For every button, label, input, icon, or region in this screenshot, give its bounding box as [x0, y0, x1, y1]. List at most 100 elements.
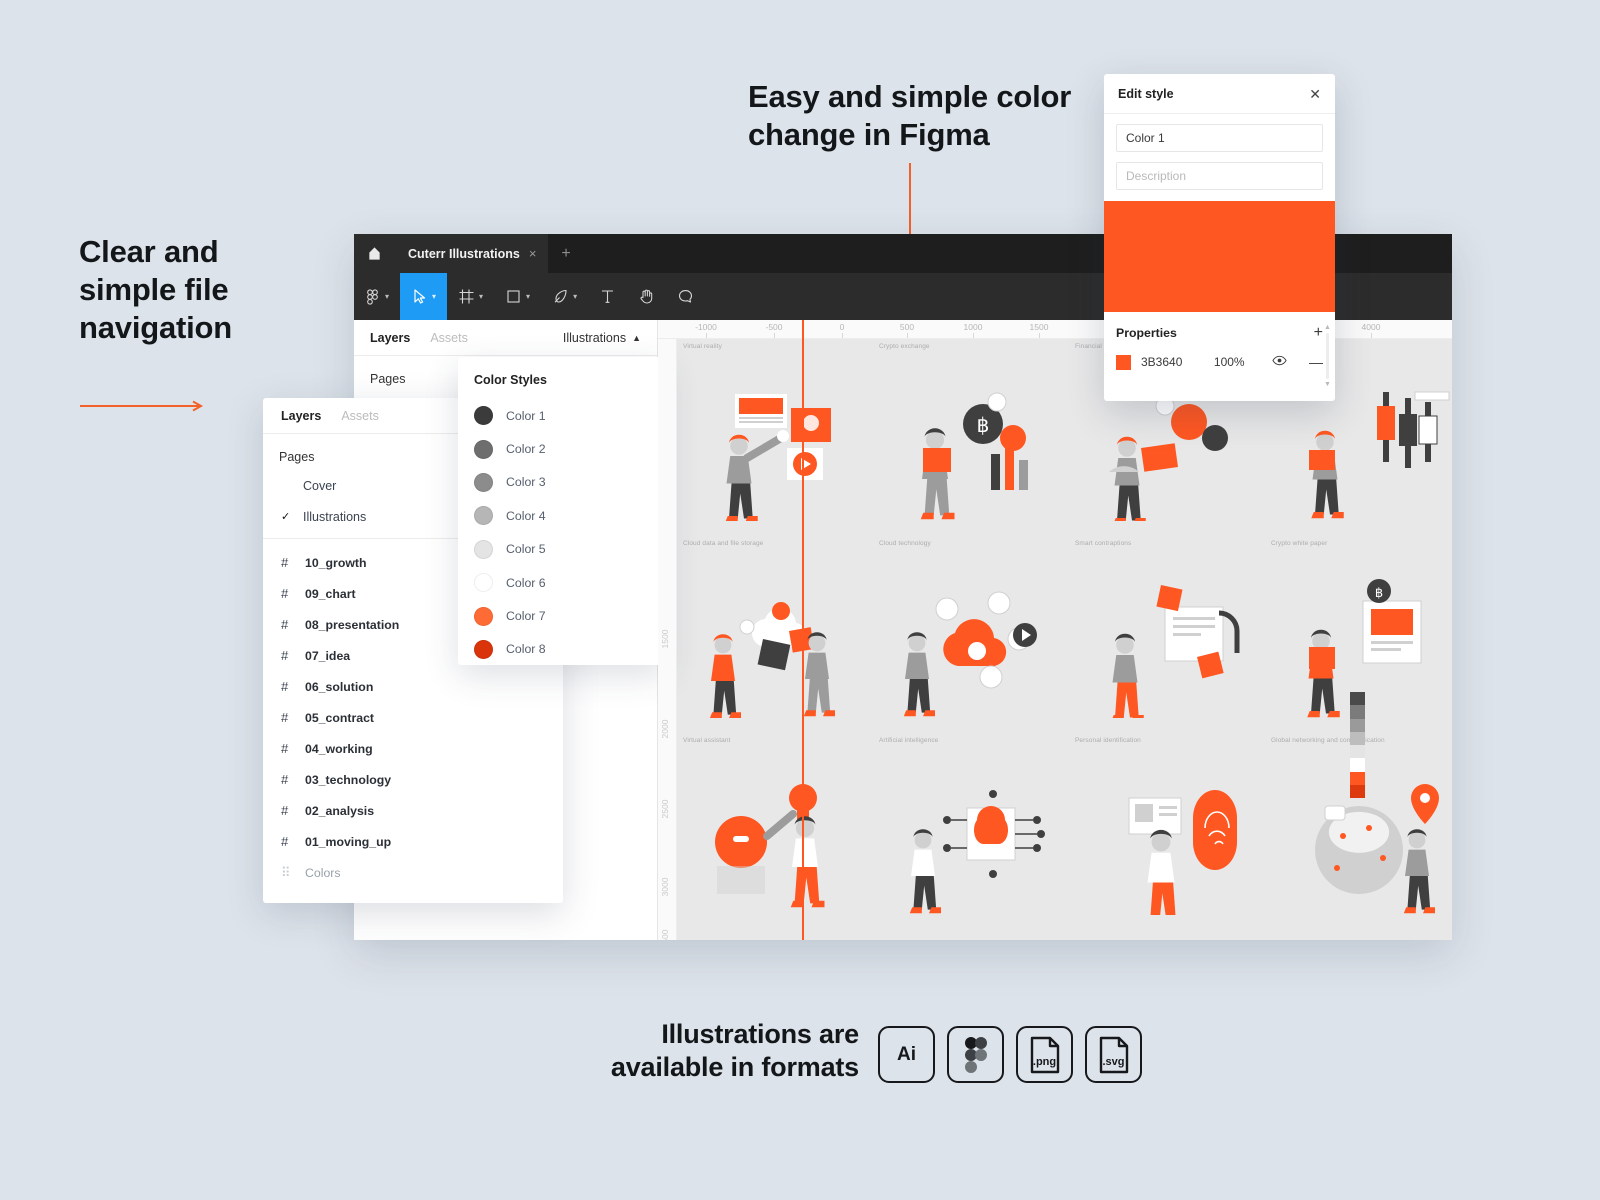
hand-icon	[640, 289, 653, 304]
artboard[interactable]: Virtual reality	[677, 339, 873, 535]
close-icon[interactable]: ✕	[1309, 87, 1321, 101]
frame-list-item-label: 06_solution	[305, 679, 374, 694]
artboard-row: Cloud data and file storage Cloud techno…	[677, 536, 1452, 732]
color-style-item[interactable]: Color 5	[458, 533, 666, 566]
style-name-field[interactable]: Color 1	[1116, 124, 1323, 152]
frame-list-item-label: Colors	[305, 865, 341, 880]
property-swatch[interactable]	[1116, 354, 1131, 370]
palette-swatch	[1350, 692, 1365, 706]
illustration-thumbnail: ฿	[873, 339, 1069, 535]
frame-list-item[interactable]: #04_working	[263, 733, 563, 764]
ruler-tick-label: 3500	[660, 929, 670, 940]
color-style-label: Color 5	[506, 542, 546, 557]
properties-header: Properties +	[1104, 319, 1335, 347]
artboard[interactable]: Personal identification	[1069, 733, 1265, 929]
ruler-tick	[973, 333, 974, 338]
color-style-item[interactable]: Color 2	[458, 432, 666, 465]
ruler-tick-label: -500	[765, 322, 783, 332]
frame-list-item[interactable]: ⠿ Colors	[263, 857, 563, 888]
tab-layers[interactable]: Layers	[281, 409, 321, 423]
color-swatch-icon	[474, 439, 493, 459]
property-opacity[interactable]: 100%	[1214, 355, 1262, 369]
color-style-label: Color 3	[506, 475, 546, 490]
color-style-item[interactable]: Color 6	[458, 566, 666, 599]
hash-icon: #	[281, 586, 289, 601]
style-description-field[interactable]: Description	[1116, 162, 1323, 190]
artboard[interactable]: Artificial intelligence	[873, 733, 1069, 929]
text-tool[interactable]	[588, 273, 627, 320]
format-ai[interactable]: Ai	[878, 1026, 935, 1083]
ruler-tick-label: 1500	[660, 629, 670, 649]
close-icon[interactable]: ×	[529, 247, 537, 260]
edit-style-header: Edit style ✕	[1104, 74, 1335, 114]
page-list-item-label: Illustrations	[303, 509, 367, 524]
illustration-thumbnail	[677, 339, 873, 535]
color-style-item[interactable]: Color 7	[458, 599, 666, 632]
style-color-preview[interactable]	[1104, 201, 1335, 312]
color-style-item[interactable]: Color 1	[458, 399, 666, 432]
page-selector[interactable]: Illustrations ▲	[563, 331, 641, 345]
move-tool[interactable]: ▾	[400, 273, 448, 320]
figma-canvas[interactable]: -1000 -500 0 500 1000 1500 4000 1500 2000 2500 30…	[658, 320, 1452, 940]
frame-list-item[interactable]: #03_technology	[263, 764, 563, 795]
color-style-item[interactable]: Color 3	[458, 466, 666, 499]
color-style-item[interactable]: Color 4	[458, 499, 666, 532]
ruler-tick-label: 2000	[660, 719, 670, 739]
color-swatch-icon	[474, 472, 493, 492]
property-hex[interactable]: 3B3640	[1141, 355, 1204, 369]
hand-tool[interactable]	[627, 273, 666, 320]
new-tab-button[interactable]: +	[548, 234, 583, 273]
edit-style-panel: Edit style ✕ Color 1 Description Propert…	[1104, 74, 1335, 401]
color-style-item[interactable]: Color 8	[458, 633, 666, 666]
ruler-tick	[1371, 333, 1372, 338]
tab-assets[interactable]: Assets	[430, 331, 468, 345]
frame-list-item-label: 08_presentation	[305, 617, 400, 632]
shape-tool[interactable]: ▾	[494, 273, 541, 320]
format-svg[interactable]: .svg	[1085, 1026, 1142, 1083]
frame-list-item-label: 01_moving_up	[305, 834, 392, 849]
remove-property-button[interactable]: —	[1309, 354, 1323, 370]
home-icon[interactable]	[354, 234, 394, 273]
artboard[interactable]: Virtual assistant	[677, 733, 873, 929]
illustration-thumbnail	[1069, 733, 1265, 929]
palette-swatch	[1350, 705, 1365, 719]
format-figma[interactable]	[947, 1026, 1004, 1083]
artboard[interactable]: Cloud technology	[873, 536, 1069, 732]
hash-icon: #	[281, 679, 289, 694]
color-swatch-icon	[474, 573, 493, 593]
file-tab[interactable]: Cuterr Illustrations ×	[394, 234, 549, 273]
format-png[interactable]: .png	[1016, 1026, 1073, 1083]
poster-stage: Clear and simple file navigation Easy an…	[0, 0, 1600, 1200]
hash-icon: #	[281, 710, 289, 725]
artboard[interactable]: Cloud data and file storage	[677, 536, 873, 732]
frame-list-item[interactable]: #05_contract	[263, 702, 563, 733]
panel-scrollbar[interactable]: ▲ ▼	[1323, 324, 1332, 388]
frame-list-item[interactable]: #06_solution	[263, 671, 563, 702]
hash-icon: #	[281, 555, 289, 570]
artboard[interactable]: Smart contraptions	[1069, 536, 1265, 732]
figma-menu-tool[interactable]: ▾	[354, 273, 400, 320]
scrollbar-thumb[interactable]	[1326, 333, 1329, 379]
frame-list-item[interactable]: #02_analysis	[263, 795, 563, 826]
frame-list-item-label: 10_growth	[305, 555, 367, 570]
canvas-guide-line	[802, 320, 804, 940]
hash-icon: #	[281, 741, 289, 756]
palette-swatch	[1350, 718, 1365, 732]
artboard-grid: Virtual reality Crypto exchange ฿ Financi…	[677, 339, 1452, 940]
palette-swatch	[1350, 771, 1365, 786]
artboard[interactable]: Crypto exchange ฿	[873, 339, 1069, 535]
add-property-button[interactable]: +	[1314, 325, 1323, 341]
pen-tool[interactable]: ▾	[541, 273, 588, 320]
ruler-vertical: 1500 2000 2500 3000 3500	[658, 339, 677, 940]
tab-assets[interactable]: Assets	[341, 409, 379, 423]
frame-tool[interactable]: ▾	[447, 273, 494, 320]
cursor-icon	[414, 289, 426, 304]
frame-list-item[interactable]: #01_moving_up	[263, 826, 563, 857]
tab-layers[interactable]: Layers	[370, 331, 410, 345]
eye-icon[interactable]	[1272, 355, 1287, 369]
figma-logo-icon	[367, 288, 378, 305]
frame-list-item-label: 09_chart	[305, 586, 356, 601]
comment-tool[interactable]	[666, 273, 705, 320]
chevron-up-icon: ▲	[632, 332, 641, 343]
ruler-tick-label: 4000	[1361, 322, 1381, 332]
